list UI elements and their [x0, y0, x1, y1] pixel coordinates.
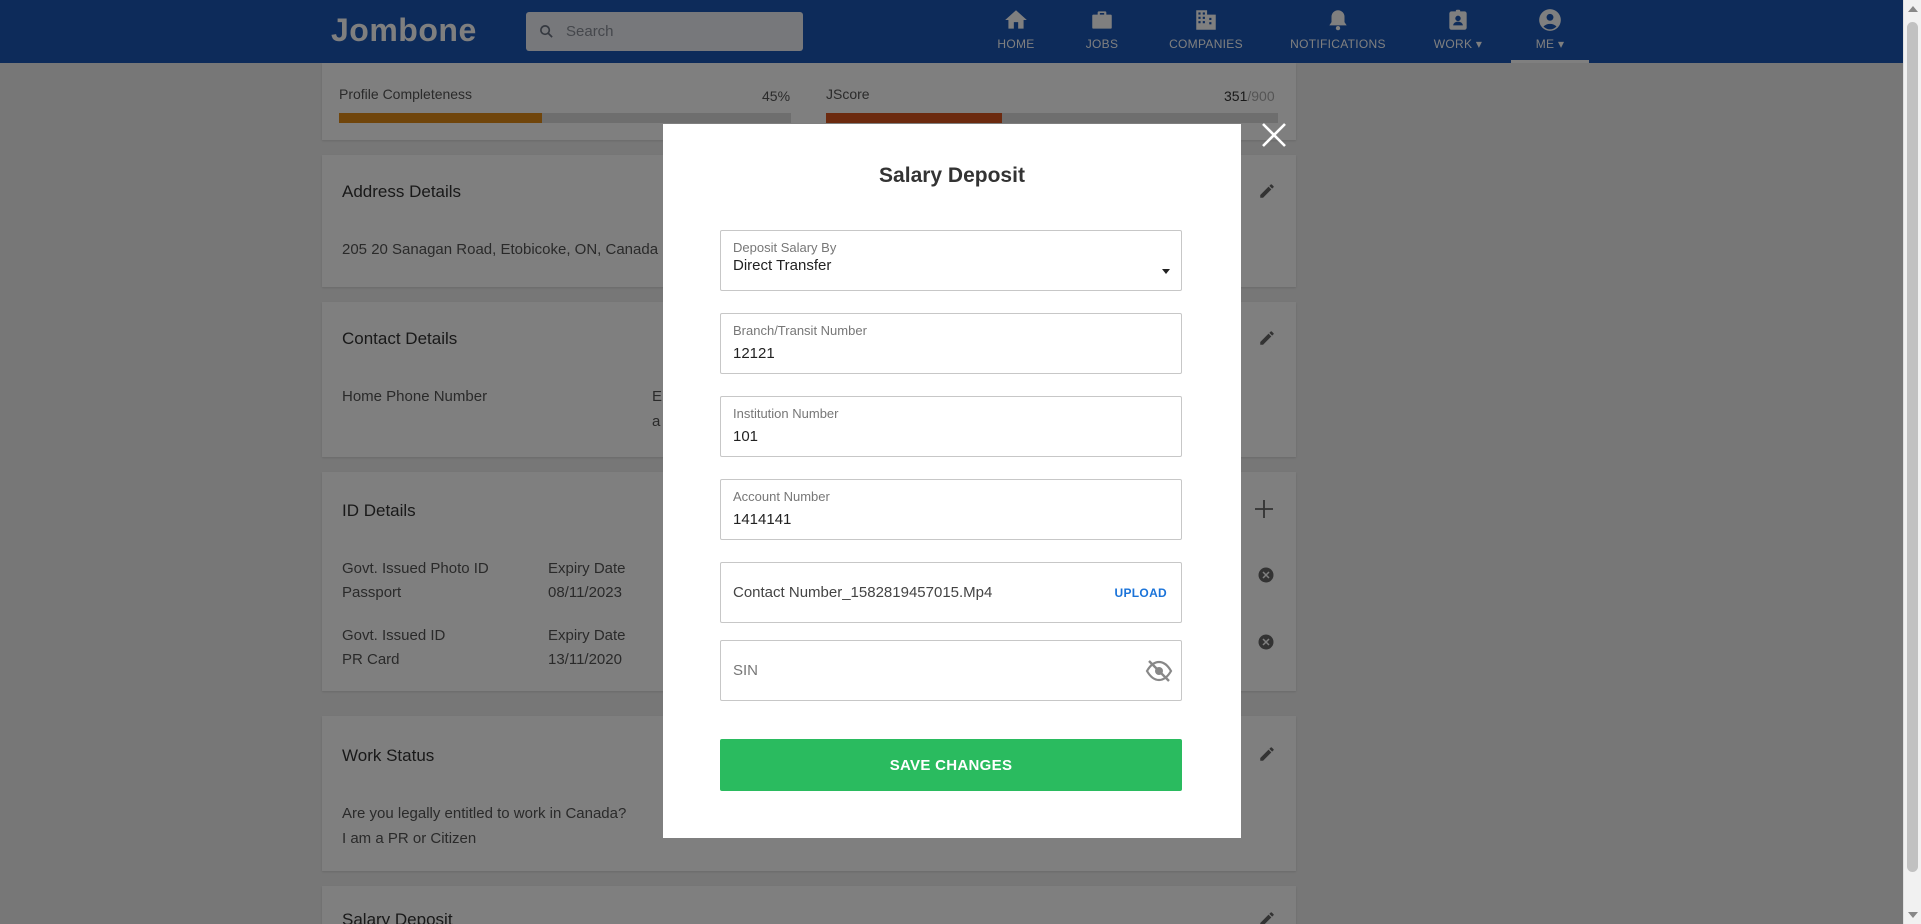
branch-transit-value[interactable]: 12121: [733, 345, 775, 362]
institution-number-value[interactable]: 101: [733, 428, 758, 445]
chevron-down-icon: [1162, 269, 1170, 274]
account-number-field[interactable]: Account Number 1414141: [720, 479, 1182, 540]
save-changes-button[interactable]: SAVE CHANGES: [720, 739, 1182, 791]
scroll-down-arrow[interactable]: [1908, 912, 1918, 918]
account-number-value[interactable]: 1414141: [733, 511, 791, 528]
upload-button[interactable]: UPLOAD: [1115, 586, 1167, 600]
modal-title: Salary Deposit: [879, 164, 1025, 187]
uploaded-file-name: Contact Number_1582819457015.Mp4: [733, 584, 993, 601]
scroll-thumb[interactable]: [1907, 22, 1918, 872]
close-modal-icon[interactable]: [1260, 121, 1288, 149]
scroll-up-arrow[interactable]: [1908, 6, 1918, 12]
branch-transit-field[interactable]: Branch/Transit Number 12121: [720, 313, 1182, 374]
salary-deposit-modal: Salary Deposit Deposit Salary By Direct …: [663, 124, 1241, 838]
deposit-salary-by-value: Direct Transfer: [733, 257, 832, 274]
branch-transit-label: Branch/Transit Number: [733, 323, 867, 338]
page-scrollbar[interactable]: [1903, 0, 1921, 924]
visibility-off-icon[interactable]: [1145, 658, 1173, 684]
void-cheque-upload-field[interactable]: Contact Number_1582819457015.Mp4 UPLOAD: [720, 562, 1182, 623]
institution-number-label: Institution Number: [733, 406, 839, 421]
sin-input[interactable]: SIN: [733, 662, 758, 679]
deposit-salary-by-label: Deposit Salary By: [733, 240, 837, 255]
deposit-salary-by-select[interactable]: Deposit Salary By Direct Transfer: [720, 230, 1182, 291]
institution-number-field[interactable]: Institution Number 101: [720, 396, 1182, 457]
sin-field[interactable]: SIN: [720, 640, 1182, 701]
account-number-label: Account Number: [733, 489, 830, 504]
